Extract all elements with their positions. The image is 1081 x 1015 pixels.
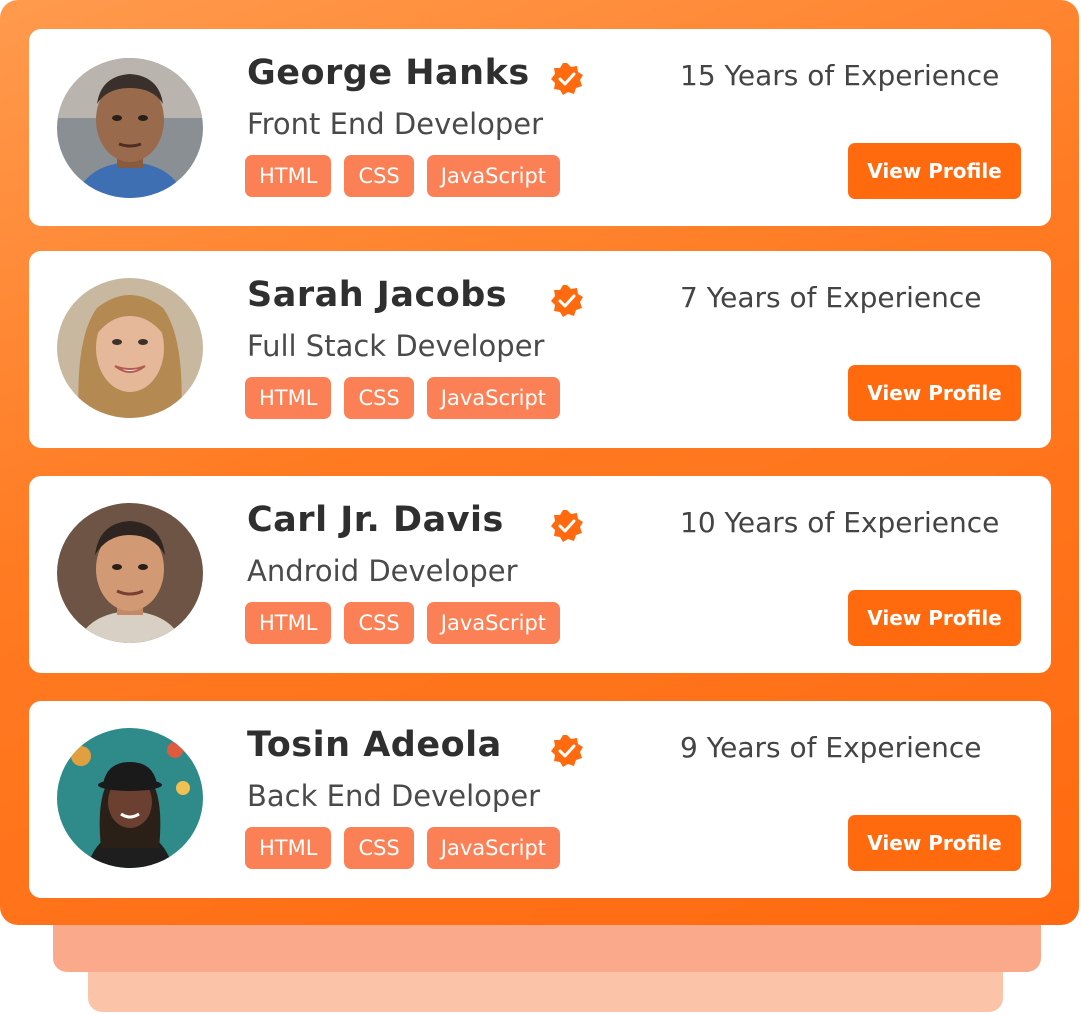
- view-profile-button[interactable]: View Profile: [848, 815, 1021, 871]
- avatar: [57, 278, 203, 418]
- skill-tag: HTML: [245, 602, 332, 644]
- avatar-photo-man-icon: [57, 503, 203, 643]
- skill-tags: HTML CSS JavaScript: [245, 155, 561, 197]
- developer-name: Carl Jr. Davis: [247, 500, 504, 540]
- avatar: [57, 728, 203, 868]
- developer-role: Back End Developer: [247, 779, 541, 813]
- skill-tags: HTML CSS JavaScript: [245, 602, 561, 644]
- developer-card: Tosin Adeola Back End Developer HTML CSS…: [29, 701, 1051, 898]
- verified-badge-icon: [549, 283, 585, 319]
- skill-tag: JavaScript: [426, 155, 561, 197]
- skill-tag: CSS: [344, 155, 414, 197]
- verified-badge-icon: [549, 733, 585, 769]
- skill-tag: JavaScript: [426, 827, 561, 869]
- experience-text: 9 Years of Experience: [680, 731, 982, 764]
- skill-tag: CSS: [344, 827, 414, 869]
- skill-tag: CSS: [344, 377, 414, 419]
- skill-tag: HTML: [245, 155, 332, 197]
- developer-list-panel: George Hanks Front End Developer HTML CS…: [0, 0, 1079, 925]
- developer-name: George Hanks: [247, 53, 530, 93]
- avatar-photo-woman-icon: [57, 728, 203, 868]
- developer-card: George Hanks Front End Developer HTML CS…: [29, 29, 1051, 226]
- skill-tags: HTML CSS JavaScript: [245, 377, 561, 419]
- skill-tag: HTML: [245, 827, 332, 869]
- verified-badge-icon: [549, 61, 585, 97]
- skill-tags: HTML CSS JavaScript: [245, 827, 561, 869]
- skill-tag: JavaScript: [426, 377, 561, 419]
- skill-tag: HTML: [245, 377, 332, 419]
- developer-role: Android Developer: [247, 554, 518, 588]
- view-profile-button[interactable]: View Profile: [848, 143, 1021, 199]
- developer-card: Sarah Jacobs Full Stack Developer HTML C…: [29, 251, 1051, 448]
- view-profile-button[interactable]: View Profile: [848, 590, 1021, 646]
- avatar: [57, 503, 203, 643]
- avatar-photo-woman-icon: [57, 278, 203, 418]
- developer-list-stage: George Hanks Front End Developer HTML CS…: [0, 0, 1081, 1015]
- skill-tag: JavaScript: [426, 602, 561, 644]
- avatar-photo-man-icon: [57, 58, 203, 198]
- developer-name: Tosin Adeola: [247, 725, 502, 765]
- developer-role: Full Stack Developer: [247, 329, 545, 363]
- experience-text: 7 Years of Experience: [680, 281, 982, 314]
- view-profile-button[interactable]: View Profile: [848, 365, 1021, 421]
- skill-tag: CSS: [344, 602, 414, 644]
- developer-card: Carl Jr. Davis Android Developer HTML CS…: [29, 476, 1051, 673]
- developer-name: Sarah Jacobs: [247, 275, 508, 315]
- avatar: [57, 58, 203, 198]
- verified-badge-icon: [549, 508, 585, 544]
- experience-text: 15 Years of Experience: [680, 59, 1000, 92]
- experience-text: 10 Years of Experience: [680, 506, 1000, 539]
- developer-role: Front End Developer: [247, 107, 544, 141]
